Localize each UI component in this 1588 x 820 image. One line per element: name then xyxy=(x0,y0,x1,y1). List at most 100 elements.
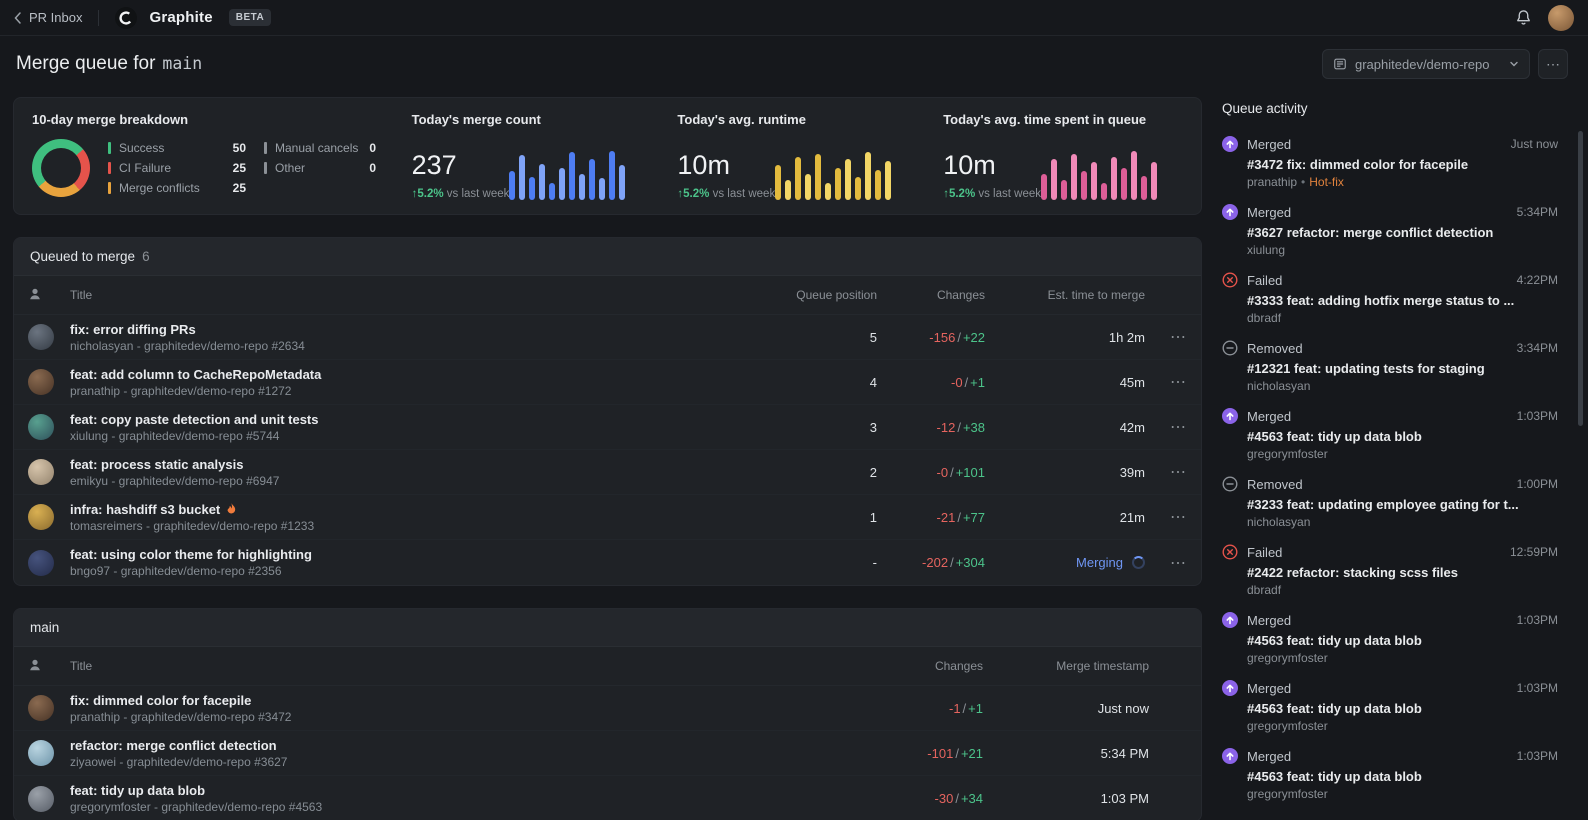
repo-icon xyxy=(1333,57,1347,71)
changes-additions: +1 xyxy=(968,701,983,716)
table-row[interactable]: refactor: merge conflict detection ziyao… xyxy=(14,731,1201,776)
graphite-logo xyxy=(115,7,137,29)
stat-title: Today's avg. time spent in queue xyxy=(943,112,1183,127)
changes: -101/+21 xyxy=(875,746,983,761)
activity-item[interactable]: Failed 12:59PM #2422 refactor: stacking … xyxy=(1222,544,1558,597)
activity-title: #4563 feat: tidy up data blob xyxy=(1247,633,1547,648)
repo-selector-label: graphitedev/demo-repo xyxy=(1355,57,1501,72)
top-bar: PR Inbox Graphite BETA xyxy=(0,0,1588,36)
row-menu-button[interactable]: ⋯ xyxy=(1145,372,1187,392)
legend-item: CI Failure 25 xyxy=(108,158,246,177)
activity-item[interactable]: Merged 5:34PM #3627 refactor: merge conf… xyxy=(1222,204,1558,257)
changes: -1/+1 xyxy=(875,701,983,716)
failed-icon xyxy=(1222,544,1238,560)
activity-item[interactable]: Removed 3:34PM #12321 feat: updating tes… xyxy=(1222,340,1558,393)
merge-timestamp: Just now xyxy=(983,701,1149,716)
row-menu-button[interactable]: ⋯ xyxy=(1145,507,1187,527)
changes: -21/+77 xyxy=(877,510,985,525)
row-menu-button[interactable]: ⋯ xyxy=(1145,553,1187,573)
activity-author: dbradf xyxy=(1247,583,1558,597)
table-row[interactable]: feat: tidy up data blob gregorymfoster -… xyxy=(14,776,1201,820)
merged-icon xyxy=(1222,408,1238,424)
row-menu-button[interactable]: ⋯ xyxy=(1145,417,1187,437)
spark-bar xyxy=(1081,171,1087,200)
queue-position: 2 xyxy=(639,465,877,480)
merge-timestamp: 1:03 PM xyxy=(983,791,1149,806)
table-row[interactable]: feat: add column to CacheRepoMetadata pr… xyxy=(14,360,1201,405)
legend-label: CI Failure xyxy=(119,161,171,175)
activity-author: dbradf xyxy=(1247,311,1558,325)
activity-item[interactable]: Merged 1:03PM #4563 feat: tidy up data b… xyxy=(1222,612,1558,665)
legend-swatch xyxy=(108,162,111,174)
spark-bar xyxy=(569,152,575,200)
fire-icon xyxy=(226,503,237,516)
legend-swatch xyxy=(108,182,111,194)
queue-position: - xyxy=(639,555,877,570)
spark-bar xyxy=(865,152,871,200)
row-meta: tomasreimers - graphitedev/demo-repo #12… xyxy=(70,519,639,533)
activity-title: #3627 refactor: merge conflict detection xyxy=(1247,225,1547,240)
activity-author: gregorymfoster xyxy=(1247,719,1558,733)
page-title: Merge queue for main xyxy=(16,53,202,75)
changes-additions: +1 xyxy=(970,375,985,390)
activity-title: #3233 feat: updating employee gating for… xyxy=(1247,497,1547,512)
merging-status: Merging xyxy=(985,555,1145,570)
branch-name: main xyxy=(162,54,202,73)
activity-item[interactable]: Merged 1:03PM #4563 feat: tidy up data b… xyxy=(1222,748,1558,801)
spark-bar xyxy=(1061,180,1067,200)
row-title: fix: error diffing PRs xyxy=(70,322,639,337)
table-row[interactable]: fix: error diffing PRs nicholasyan - gra… xyxy=(14,315,1201,360)
activity-item[interactable]: Merged 1:03PM #4563 feat: tidy up data b… xyxy=(1222,680,1558,733)
table-row[interactable]: feat: process static analysis emikyu - g… xyxy=(14,450,1201,495)
changes-deletions: -156 xyxy=(929,330,955,345)
merged-table-header: Title Changes Merge timestamp xyxy=(14,647,1201,686)
activity-author: gregorymfoster xyxy=(1247,787,1558,801)
stat-delta: ↑5.2% vs last week xyxy=(677,188,775,200)
spark-bar xyxy=(599,178,605,200)
spark-bar xyxy=(1151,162,1157,200)
merged-icon xyxy=(1222,136,1238,152)
queued-count: 6 xyxy=(142,249,150,264)
spark-bar xyxy=(785,180,791,200)
activity-author: pranathip•Hot-fix xyxy=(1247,175,1558,189)
row-avatar xyxy=(28,740,54,766)
bell-icon[interactable] xyxy=(1515,9,1532,26)
activity-item[interactable]: Merged Just now #3472 fix: dimmed color … xyxy=(1222,136,1558,189)
queue-position: 3 xyxy=(639,420,877,435)
stat-value: 10m xyxy=(943,150,1041,181)
queued-table-header: Title Queue position Changes Est. time t… xyxy=(14,276,1201,315)
changes-additions: +22 xyxy=(963,330,985,345)
row-menu-button[interactable]: ⋯ xyxy=(1145,462,1187,482)
app-name: Graphite xyxy=(149,9,212,26)
stats-panel: 10-day merge breakdown Success 50 CI Fai… xyxy=(13,97,1202,215)
stat-title: Today's avg. runtime xyxy=(677,112,917,127)
legend-value: 0 xyxy=(369,141,376,155)
user-avatar[interactable] xyxy=(1548,5,1574,31)
back-button[interactable]: PR Inbox xyxy=(14,10,82,25)
spark-bar xyxy=(509,171,515,200)
spark-bar xyxy=(1091,162,1097,200)
row-meta: emikyu - graphitedev/demo-repo #6947 xyxy=(70,474,639,488)
repo-selector[interactable]: graphitedev/demo-repo xyxy=(1322,49,1530,79)
activity-item[interactable]: Removed 1:00PM #3233 feat: updating empl… xyxy=(1222,476,1558,529)
spark-bar xyxy=(815,154,821,200)
table-row[interactable]: feat: using color theme for highlighting… xyxy=(14,540,1201,585)
changes: -202/+304 xyxy=(877,555,985,570)
spark-bar xyxy=(529,177,535,200)
activity-item[interactable]: Failed 4:22PM #3333 feat: adding hotfix … xyxy=(1222,272,1558,325)
row-avatar xyxy=(28,369,54,395)
more-button[interactable]: ⋯ xyxy=(1538,49,1568,79)
row-menu-button[interactable]: ⋯ xyxy=(1145,327,1187,347)
activity-time: 1:03PM xyxy=(1517,613,1558,627)
activity-scrollbar[interactable] xyxy=(1578,131,1583,426)
table-row[interactable]: fix: dimmed color for facepile pranathip… xyxy=(14,686,1201,731)
table-row[interactable]: feat: copy paste detection and unit test… xyxy=(14,405,1201,450)
person-icon xyxy=(28,287,42,301)
activity-title: #4563 feat: tidy up data blob xyxy=(1247,701,1547,716)
activity-item[interactable]: Merged 1:03PM #4563 feat: tidy up data b… xyxy=(1222,408,1558,461)
spark-bar xyxy=(549,183,555,200)
spark-bar xyxy=(609,151,615,200)
changes-deletions: -1 xyxy=(949,701,961,716)
legend-label: Merge conflicts xyxy=(119,181,200,195)
table-row[interactable]: infra: hashdiff s3 bucket tomasreimers -… xyxy=(14,495,1201,540)
